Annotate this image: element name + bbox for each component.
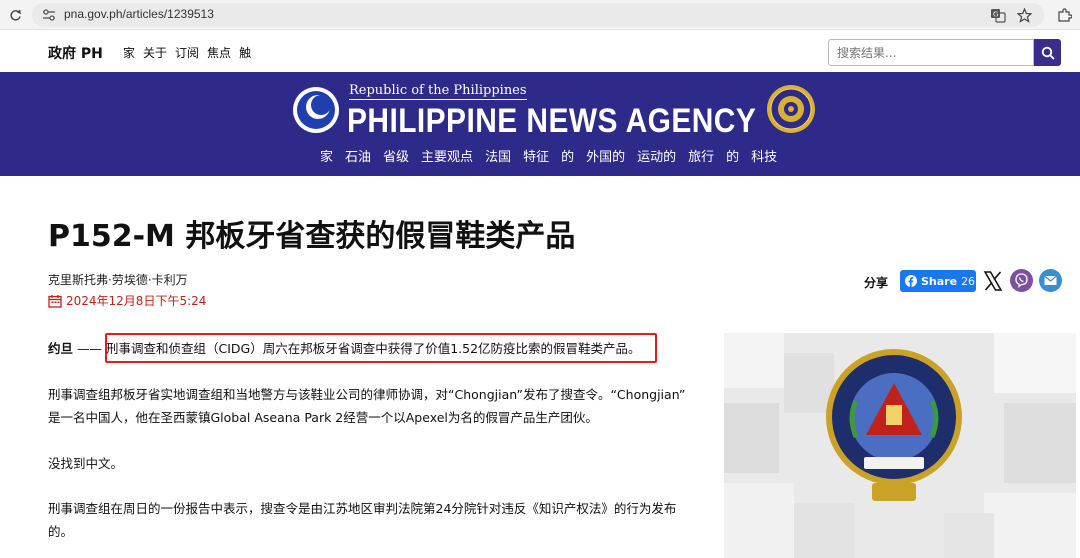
facebook-share-button[interactable]: Share 26 — [900, 270, 976, 292]
pna-banner: Republic of the Philippines PHILIPPINE N… — [0, 72, 1080, 176]
category-petroleum[interactable]: 石油 — [345, 146, 371, 165]
article-image[interactable] — [724, 333, 1076, 558]
lead-dash: —— — [73, 341, 106, 356]
article-paragraph-1: 刑事调查组邦板牙省实地调查组和当地警方与该鞋业公司的律师协调，对“Chongji… — [48, 383, 708, 429]
cidg-badge-icon — [826, 349, 962, 501]
facebook-icon — [905, 275, 917, 287]
url-text[interactable]: pna.gov.ph/articles/1239513 — [64, 7, 214, 21]
nav-link-focus[interactable]: 焦点 — [207, 44, 231, 61]
facebook-share-label: Share — [921, 274, 958, 288]
site-info-icon[interactable] — [40, 6, 58, 24]
category-technology[interactable]: 科技 — [751, 146, 777, 165]
nav-link-about[interactable]: 关于 — [143, 44, 167, 61]
banner-agency-name[interactable]: PHILIPPINE NEWS AGENCY — [347, 102, 756, 141]
article-headline: P152-M 邦板牙省查获的假冒鞋类产品 — [48, 219, 576, 254]
nav-link-contact[interactable]: 触 — [239, 44, 251, 61]
search-input[interactable] — [828, 39, 1034, 66]
category-travel[interactable]: 旅行 — [688, 146, 714, 165]
category-top-stories[interactable]: 主要观点 — [421, 146, 473, 165]
category-foreign[interactable]: 外国的 — [586, 146, 625, 165]
extensions-icon[interactable] — [1055, 6, 1073, 24]
paragraph-3-line-2: 的。 — [48, 524, 74, 539]
email-icon[interactable] — [1039, 269, 1062, 292]
government-seal-icon — [767, 85, 815, 133]
article-author[interactable]: 克里斯托弗·劳埃德·卡利万 — [48, 271, 188, 288]
top-nav-links: 家 关于 订阅 焦点 触 — [123, 44, 251, 61]
pna-logo-icon[interactable] — [292, 86, 340, 134]
banner-republic-text: Republic of the Philippines — [349, 83, 527, 100]
search-button[interactable] — [1034, 39, 1061, 66]
category-nav: 家 石油 省级 主要观点 法国 特征 的 外国的 运动的 旅行 的 科技 — [320, 146, 777, 165]
x-twitter-icon[interactable] — [982, 270, 1004, 292]
category-france[interactable]: 法国 — [485, 146, 511, 165]
share-label: 分享 — [864, 276, 889, 290]
category-of-2[interactable]: 的 — [726, 146, 739, 165]
article-paragraph-3: 刑事调查组在周日的一份报告中表示，搜查令是由江苏地区审判法院第24分院针对违反《… — [48, 497, 708, 543]
nav-link-subscribe[interactable]: 订阅 — [175, 44, 199, 61]
bookmark-star-icon[interactable] — [1015, 6, 1033, 24]
search-icon — [1041, 46, 1055, 60]
browser-toolbar: pna.gov.ph/articles/1239513 G — [0, 0, 1080, 30]
translate-icon[interactable]: G — [989, 6, 1007, 24]
paragraph-3-line-1: 刑事调查组在周日的一份报告中表示，搜查令是由江苏地区审判法院第24分院针对违反《… — [48, 501, 677, 516]
viber-icon[interactable] — [1010, 269, 1033, 292]
paragraph-1-line-2: 是一名中国人，他在圣西蒙镇Global Aseana Park 2经营一个以Ap… — [48, 410, 598, 425]
category-of-1[interactable]: 的 — [561, 146, 574, 165]
article-paragraph-2: 没找到中文。 — [48, 456, 124, 471]
nav-link-home[interactable]: 家 — [123, 44, 135, 61]
category-features[interactable]: 特征 — [523, 146, 549, 165]
article-dateline: 2024年12月8日下午5:24 — [48, 292, 206, 309]
site-title[interactable]: 政府 PH — [48, 43, 103, 63]
facebook-share-count: 26 — [961, 274, 976, 288]
category-provincial[interactable]: 省级 — [383, 146, 409, 165]
site-top-nav: 政府 PH 家 关于 订阅 焦点 触 — [0, 30, 1080, 72]
category-sports[interactable]: 运动的 — [637, 146, 676, 165]
article-date: 2024年12月8日下午5:24 — [66, 294, 207, 308]
highlight-box — [105, 333, 657, 363]
lead-location: 约旦 — [48, 341, 74, 356]
paragraph-1-line-1: 刑事调查组邦板牙省实地调查组和当地警方与该鞋业公司的律师协调，对“Chongji… — [48, 387, 686, 402]
category-home[interactable]: 家 — [320, 146, 333, 165]
reload-icon[interactable] — [6, 6, 24, 24]
calendar-icon — [48, 294, 62, 308]
